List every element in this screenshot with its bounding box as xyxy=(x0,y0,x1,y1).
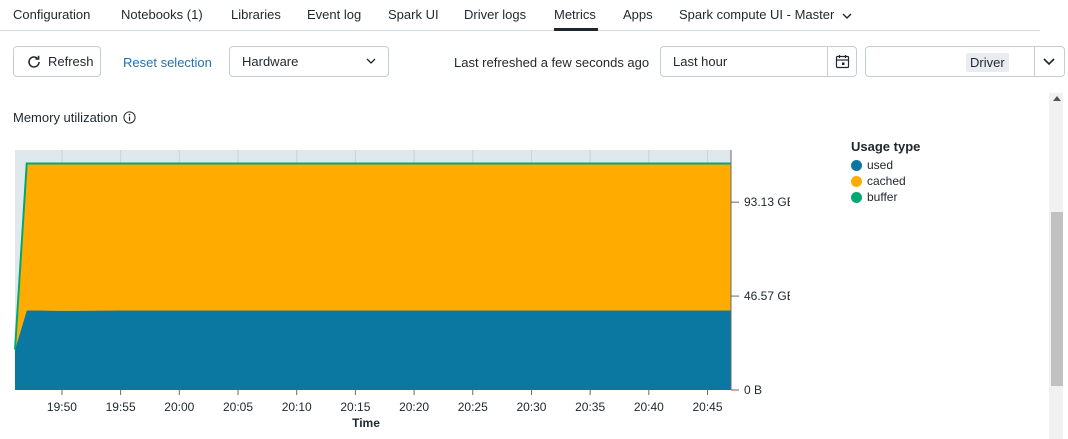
section-title-label: Memory utilization xyxy=(13,110,118,125)
legend-item-cached[interactable]: cached xyxy=(851,173,920,189)
refresh-icon xyxy=(26,54,42,70)
metric-type-value: Hardware xyxy=(242,54,299,69)
chevron-down-icon xyxy=(1043,58,1055,66)
divider xyxy=(1034,47,1035,76)
x-axis-label: Time xyxy=(352,416,380,430)
x-tick-label: 20:05 xyxy=(223,400,253,414)
tab-spark-compute-ui[interactable]: Spark compute UI - Master xyxy=(679,7,852,24)
legend-item-buffer[interactable]: buffer xyxy=(851,189,920,205)
legend-label-buffer: buffer xyxy=(867,190,898,204)
tab-event-log[interactable]: Event log xyxy=(307,7,361,23)
tab-spark-ui[interactable]: Spark UI xyxy=(388,7,439,23)
chevron-down-icon xyxy=(842,8,852,24)
node-select-chip: Driver xyxy=(966,53,1009,72)
x-tick-label: 20:45 xyxy=(693,400,723,414)
x-tick-label: 20:40 xyxy=(634,400,664,414)
chevron-down-icon xyxy=(366,58,376,65)
legend-item-used[interactable]: used xyxy=(851,157,920,173)
reset-selection-link[interactable]: Reset selection xyxy=(123,55,212,70)
refresh-button[interactable]: Refresh xyxy=(13,46,101,77)
tab-libraries[interactable]: Libraries xyxy=(231,7,281,23)
time-range-value: Last hour xyxy=(673,54,728,69)
tab-configuration[interactable]: Configuration xyxy=(13,7,90,23)
legend-swatch-cached xyxy=(851,175,862,187)
y-tick-label: 46.57 GB xyxy=(744,289,790,303)
legend-label-used: used xyxy=(867,158,894,172)
scrollbar-thumb[interactable] xyxy=(1051,212,1063,386)
active-tab-indicator xyxy=(554,28,598,31)
divider xyxy=(827,47,828,76)
x-tick-label: 20:25 xyxy=(458,400,488,414)
legend-title: Usage type xyxy=(851,139,921,154)
tab-spark-compute-ui-label: Spark compute UI - Master xyxy=(679,7,835,22)
x-tick-label: 19:55 xyxy=(106,400,136,414)
x-tick-label: 20:00 xyxy=(164,400,194,414)
x-tick-label: 20:30 xyxy=(516,400,546,414)
legend-swatch-buffer xyxy=(851,191,862,203)
x-tick-label: 20:20 xyxy=(399,400,429,414)
refresh-label: Refresh xyxy=(48,54,94,69)
calendar-icon[interactable] xyxy=(835,54,850,69)
scroll-up-arrow-icon[interactable] xyxy=(1053,96,1061,101)
memory-utilization-chart: 0 B 46.57 GB 93.13 GB 19:50 19:55 20:00 20:05 2… xyxy=(14,150,790,430)
last-refreshed-text: Last refreshed a few seconds ago xyxy=(454,55,650,70)
time-range-picker[interactable]: Last hour xyxy=(660,46,857,77)
legend-label-cached: cached xyxy=(867,174,906,188)
x-tick-label: 20:35 xyxy=(575,400,605,414)
x-tick-label: 20:15 xyxy=(340,400,370,414)
info-icon[interactable] xyxy=(123,111,136,124)
tab-driver-logs[interactable]: Driver logs xyxy=(464,7,526,23)
tab-notebooks[interactable]: Notebooks (1) xyxy=(121,7,203,23)
metric-type-select[interactable]: Hardware xyxy=(229,46,389,77)
x-tick-label: 20:10 xyxy=(282,400,312,414)
y-tick-label: 93.13 GB xyxy=(744,195,790,209)
legend-swatch-used xyxy=(851,159,862,171)
area-series-used[interactable] xyxy=(15,310,731,390)
tab-metrics[interactable]: Metrics xyxy=(554,7,596,23)
y-tick-label: 0 B xyxy=(744,383,762,397)
x-tick-label: 19:50 xyxy=(47,400,77,414)
node-select[interactable]: Driver xyxy=(865,46,1065,77)
chart-legend: Usage type used cached buffer xyxy=(851,139,920,205)
tab-apps[interactable]: Apps xyxy=(623,7,653,23)
memory-utilization-title: Memory utilization xyxy=(13,110,136,125)
